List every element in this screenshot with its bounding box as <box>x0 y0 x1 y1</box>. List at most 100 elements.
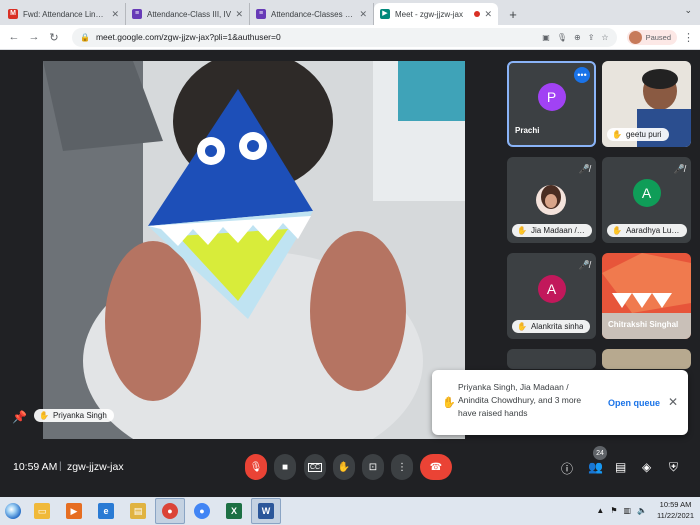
tab-attendance-iii-iv[interactable]: ≡ Attendance-Class III, IV ✕ <box>126 3 250 25</box>
internet-explorer-icon: e <box>98 503 114 519</box>
presenter-name-pill: ✋ Priyanka Singh <box>34 409 114 422</box>
participant-name: Prachi <box>515 126 540 135</box>
forms-icon: ≡ <box>132 9 142 19</box>
participant-tile-geetu-puri[interactable]: ✋ geetu puri <box>602 61 691 147</box>
captions-button[interactable]: CC <box>304 454 326 480</box>
lock-icon[interactable]: 🔒 <box>80 33 90 42</box>
tab-label: Meet - zgw-jjzw-jax <box>395 9 464 19</box>
more-options-icon[interactable]: ••• <box>574 67 590 83</box>
taskbar-chrome-alt[interactable]: ● <box>187 498 217 524</box>
url-input[interactable]: 🔒 meet.google.com/zgw-jjzw-jax?pli=1&aut… <box>72 27 617 47</box>
recording-icon <box>474 11 481 17</box>
participant-tile-alankrita-sinha[interactable]: A 🎤̸ ✋ Alankrita sinha <box>507 253 596 339</box>
back-icon[interactable]: ← <box>6 29 22 45</box>
avatar <box>628 30 642 44</box>
raised-hand-icon: ✋ <box>517 226 527 235</box>
raised-hand-icon: ✋ <box>612 226 622 235</box>
tab-search-icon[interactable]: ⌄ <box>684 5 692 16</box>
more-options-button[interactable]: ⋮ <box>391 454 413 480</box>
tab-gmail[interactable]: M Fwd: Attendance Link for III - IV ✕ <box>2 3 126 25</box>
leave-call-button[interactable]: ☎ <box>420 454 452 480</box>
meet-stage: 📌 ✋ Priyanka Singh P ••• Prachi ✋ geetu … <box>0 50 700 497</box>
participant-tile-jia-madaan[interactable]: 🎤̸ ✋ Jia Madaan / ... <box>507 157 596 243</box>
excel-icon: X <box>226 503 242 519</box>
word-icon: W <box>258 503 274 519</box>
forms-icon: ≡ <box>256 9 266 19</box>
tab-meet[interactable]: ▶ Meet - zgw-jjzw-jax ✕ <box>374 3 498 25</box>
people-icon[interactable]: 👥 <box>588 460 603 474</box>
bookmark-star-icon[interactable]: ☆ <box>601 33 608 42</box>
avatar: P <box>537 83 566 112</box>
open-queue-button[interactable]: Open queue <box>608 398 660 408</box>
system-clock[interactable]: 10:59 AM 11/22/2021 <box>657 499 694 521</box>
host-controls-icon[interactable]: ⛨ <box>669 460 678 475</box>
mic-icon[interactable]: 🎙 <box>557 33 567 42</box>
tab-attendance-v-viii[interactable]: ≡ Attendance-Classes V TO VIII ✕ <box>250 3 374 25</box>
camera-icon: ■ <box>281 461 289 473</box>
participant-tile-prachi[interactable]: P ••• Prachi <box>507 61 596 147</box>
participant-tile[interactable] <box>507 349 596 369</box>
mic-off-icon: 🎤̸ <box>578 164 590 174</box>
system-tray: ▲ ⚑ ▥ 🔈 10:59 AM 11/22/2021 <box>596 499 694 521</box>
volume-icon[interactable]: 🔈 <box>637 506 647 515</box>
avatar: A <box>632 179 661 208</box>
close-icon[interactable]: ✕ <box>668 395 678 409</box>
profile-status: Paused <box>645 32 671 42</box>
forward-icon[interactable]: → <box>26 29 42 45</box>
taskbar-file-folder[interactable]: ▤ <box>123 498 153 524</box>
mic-toggle-button[interactable]: 🎙 <box>245 454 267 480</box>
presenter-video[interactable] <box>43 61 465 439</box>
chrome-icon: ● <box>194 503 210 519</box>
avatar: A <box>537 275 566 304</box>
taskbar-explorer[interactable]: ▭ <box>27 498 57 524</box>
address-bar: ← → ↻ 🔒 meet.google.com/zgw-jjzw-jax?pli… <box>0 25 700 50</box>
taskbar-word[interactable]: W <box>251 498 281 524</box>
network-icon[interactable]: ▥ <box>623 506 631 515</box>
divider: | <box>59 461 62 472</box>
camera-icon[interactable]: ▣ <box>542 33 550 42</box>
close-icon[interactable]: ✕ <box>235 9 243 20</box>
show-hidden-icons-icon[interactable]: ▲ <box>596 506 604 515</box>
present-screen-button[interactable]: ⊡ <box>362 454 384 480</box>
meeting-time: 10:59 AM <box>13 461 58 473</box>
zoom-icon[interactable]: ⊕ <box>574 33 581 42</box>
taskbar-excel[interactable]: X <box>219 498 249 524</box>
share-icon[interactable]: ⇪ <box>588 33 595 42</box>
camera-toggle-button[interactable]: ■ <box>274 454 296 480</box>
participant-tile[interactable] <box>602 349 691 369</box>
participant-name-pill: ✋ geetu puri <box>607 128 669 141</box>
meeting-code: zgw-jjzw-jax <box>67 461 124 473</box>
close-icon[interactable]: ✕ <box>484 9 492 20</box>
present-icon: ⊡ <box>368 461 378 473</box>
close-icon[interactable]: ✕ <box>359 9 367 20</box>
participant-tile-aaradhya[interactable]: A 🎤̸ ✋ Aaradhya Lut... <box>602 157 691 243</box>
taskbar-internet-explorer[interactable]: e <box>91 498 121 524</box>
chrome-icon: ● <box>162 503 178 519</box>
profile-button[interactable]: Paused <box>626 29 677 45</box>
explorer-icon: ▭ <box>34 503 50 519</box>
menu-icon[interactable]: ⋮ <box>683 31 694 44</box>
start-button[interactable] <box>0 497 26 525</box>
chat-icon[interactable]: ▤ <box>615 460 626 474</box>
url-text: meet.google.com/zgw-jjzw-jax?pli=1&authu… <box>95 32 281 42</box>
close-icon[interactable]: ✕ <box>111 9 119 20</box>
mic-off-icon: 🎙 <box>249 461 263 473</box>
participant-tile-chitrakshi-singhal[interactable]: Chitrakshi Singhal <box>602 253 691 339</box>
captions-icon: CC <box>307 462 323 472</box>
participant-name: Aaradhya Lut... <box>625 226 680 235</box>
flag-icon[interactable]: ⚑ <box>610 506 617 515</box>
windows-logo-icon <box>5 503 21 519</box>
media-player-icon: ▶ <box>66 503 82 519</box>
raise-hand-button[interactable]: ✋ <box>333 454 355 480</box>
reload-icon[interactable]: ↻ <box>46 29 62 45</box>
raised-hand-icon: ✋ <box>612 130 622 139</box>
meeting-details-icon[interactable]: ⓘ <box>561 460 573 477</box>
taskbar-chrome[interactable]: ● <box>155 498 185 524</box>
taskbar-media-player[interactable]: ▶ <box>59 498 89 524</box>
raise-hand-icon: ✋ <box>337 461 351 473</box>
tab-label: Attendance-Classes V TO VIII <box>271 9 355 19</box>
pin-icon[interactable]: 📌 <box>12 410 27 424</box>
activities-icon[interactable]: ◈ <box>642 460 651 474</box>
new-tab-button[interactable]: + <box>504 5 522 23</box>
raised-hand-icon: ✋ <box>517 322 527 331</box>
